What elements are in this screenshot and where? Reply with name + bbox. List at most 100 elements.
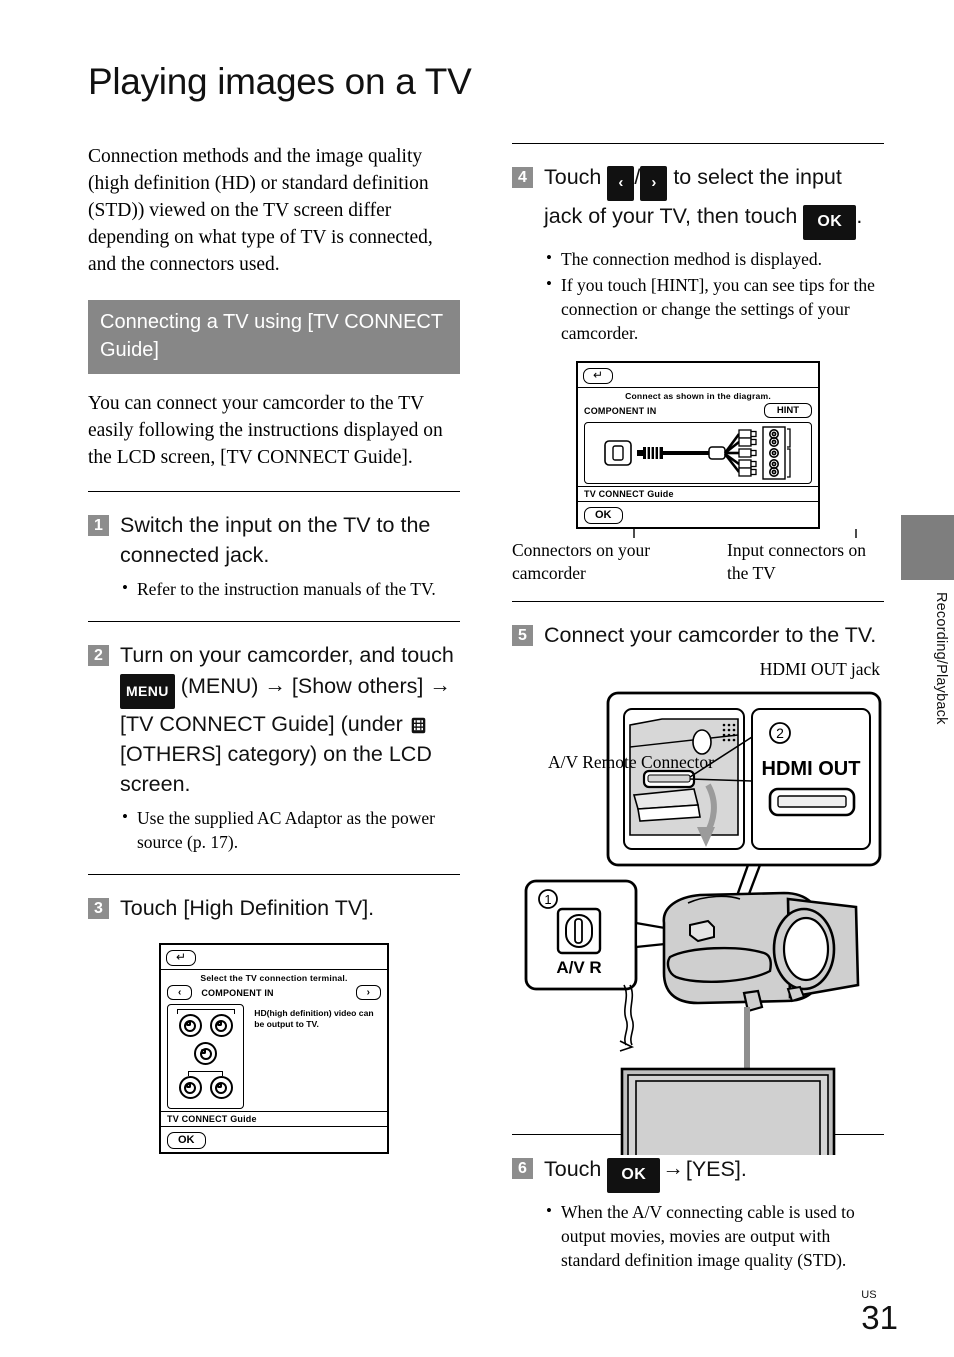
divider: [88, 491, 460, 492]
bullet-item: Use the supplied AC Adaptor as the power…: [120, 805, 460, 854]
prev-terminal-button[interactable]: ‹: [167, 985, 193, 1000]
lcd-screen-step4-wrap: ↵ Connect as shown in the diagram. COMPO…: [512, 361, 884, 529]
section-heading: Connecting a TV using [TV CONNECT Guide]: [88, 300, 460, 374]
left-column: Connection methods and the image quality…: [88, 143, 460, 1154]
diagram-captions: Connectors on your camcorder Input conne…: [512, 539, 884, 585]
lcd-terminal-label: COMPONENT IN: [584, 405, 657, 416]
step-4: 4 Touch ‹ / › to select the input jack of …: [512, 162, 884, 345]
bullet-item: When the A/V connecting cable is used to…: [544, 1199, 884, 1272]
connection-diagram: [584, 422, 812, 484]
lcd-terminal-row: ‹ COMPONENT IN ›: [161, 984, 387, 1002]
step-title: Touch OK →[YES].: [544, 1153, 884, 1193]
hdmi-out-jack-label: HDMI OUT jack: [759, 659, 880, 679]
lcd-terminal-label: COMPONENT IN: [201, 987, 274, 998]
step-bullets: Refer to the instruction manuals of the …: [120, 576, 460, 601]
step-bullets: The connection medhod is displayed. If y…: [544, 246, 884, 345]
lcd-screen-step4: ↵ Connect as shown in the diagram. COMPO…: [576, 361, 820, 529]
arrow-icon: →: [662, 1156, 684, 1180]
step-title-text: (MENU): [174, 674, 265, 698]
lcd-caption: Connect as shown in the diagram.: [625, 391, 771, 401]
step-bullets: Use the supplied AC Adaptor as the power…: [120, 805, 460, 854]
diagram-leader-lines: [512, 529, 884, 538]
section-paragraph: You can connect your camcorder to the TV…: [88, 393, 443, 468]
hint-button[interactable]: HINT: [763, 403, 812, 418]
divider: [88, 621, 460, 622]
avr-callout-label: A/V R: [556, 958, 601, 977]
others-category-icon: [411, 717, 426, 734]
step-title: Touch [High Definition TV].: [120, 896, 375, 920]
step-title-text: .: [856, 204, 863, 228]
step-bullets: When the A/V connecting cable is used to…: [544, 1199, 884, 1272]
step-title: Touch ‹ / › to select the input jack of yo…: [544, 162, 884, 240]
camcorder-connectors-label: Connectors on your camcorder: [512, 540, 651, 583]
step-title-text: [OTHERS] category) on the LCD screen.: [120, 742, 432, 796]
ok-button[interactable]: OK: [584, 507, 623, 524]
bullet-item: The connection medhod is displayed.: [544, 246, 884, 271]
lcd-ok-row: OK: [578, 501, 818, 527]
step-title-text: [Show others]: [285, 674, 430, 698]
step-1: 1 Switch the input on the TV to the conn…: [88, 510, 460, 601]
step-title: Switch the input on the TV to the connec…: [120, 513, 431, 567]
lcd-top-bar: ↵: [161, 945, 387, 970]
jack-icon: [178, 1076, 202, 1099]
lcd-terminal-row: COMPONENT IN HINT: [578, 402, 818, 420]
manual-page: Playing images on a TV Connection method…: [0, 0, 954, 1357]
step-number: 5: [512, 625, 533, 646]
ok-button[interactable]: OK: [167, 1132, 206, 1149]
lcd-footer-label: TV CONNECT Guide: [578, 486, 818, 501]
left-arrow-key-icon: ‹: [607, 166, 635, 201]
step-title: Turn on your camcorder, and touch MENU (…: [120, 640, 460, 799]
page-title: Playing images on a TV: [88, 60, 472, 102]
lcd-main-area: HD(high definition) video can be output …: [167, 1004, 381, 1109]
avr-caption-wrap: A/V Remote Connector: [546, 751, 716, 774]
lcd-description: HD(high definition) video can be output …: [254, 1008, 374, 1029]
lcd-top-bar: ↵: [578, 363, 818, 388]
lcd-screen-step3: ↵ Select the TV connection terminal. ‹ C…: [159, 943, 389, 1154]
ok-key-icon: OK: [803, 205, 857, 240]
lcd-caption: Select the TV connection terminal.: [200, 973, 348, 983]
page-footer: US 31: [861, 1290, 898, 1335]
step-6: 6 Touch OK→[YES]. When the A/V connectin…: [512, 1153, 884, 1272]
lcd-footer-label: TV CONNECT Guide: [161, 1111, 387, 1126]
arrow-icon: →: [264, 673, 286, 697]
lcd-ok-row: OK: [161, 1126, 387, 1152]
lcd-screen-step3-wrap: ↵ Select the TV connection terminal. ‹ C…: [88, 943, 460, 1154]
arrow-icon: →: [429, 673, 451, 697]
component-jack-group: [167, 1004, 245, 1109]
hdmi-callout-label: HDMI OUT: [762, 758, 861, 780]
jack-icon: [209, 1014, 233, 1037]
step-5: 5 Connect your camcorder to the TV.: [512, 620, 884, 650]
jack-icon: [178, 1014, 202, 1037]
step-title-text: Turn on your camcorder, and touch: [120, 643, 454, 667]
divider: [88, 874, 460, 875]
step-title-text: [YES].: [685, 1157, 747, 1181]
divider: [512, 143, 884, 144]
hdmi-out-jack-label-wrap: HDMI OUT jack: [512, 658, 884, 681]
hdmi-callout-number: 2: [776, 725, 784, 741]
back-arrow-icon[interactable]: ↵: [583, 368, 614, 384]
ok-key-icon: OK: [607, 1158, 661, 1193]
bullet-item: If you touch [HINT], you can see tips fo…: [544, 272, 884, 345]
menu-key-icon: MENU: [120, 674, 175, 709]
back-arrow-icon[interactable]: ↵: [166, 950, 197, 966]
avr-callout-number: 1: [544, 892, 551, 907]
right-column: 4 Touch ‹ / › to select the input jack of …: [512, 143, 884, 1272]
cable-connection-svg: [604, 426, 791, 480]
step-2: 2 Turn on your camcorder, and touch MENU…: [88, 640, 460, 854]
step-title-text: Touch: [544, 165, 608, 189]
step-title: Connect your camcorder to the TV.: [544, 623, 877, 647]
intro-paragraph: Connection methods and the image quality…: [88, 146, 433, 275]
side-tab-label: Recording/Playback: [933, 592, 949, 725]
step-number: 6: [512, 1158, 533, 1179]
step-number: 4: [512, 167, 533, 188]
bullet-item: Refer to the instruction manuals of the …: [120, 576, 460, 601]
next-terminal-button[interactable]: ›: [355, 985, 381, 1000]
avr-connector-label: A/V Remote Connector: [548, 752, 714, 772]
right-arrow-key-icon: ›: [640, 166, 668, 201]
footer-page-number: 31: [861, 1299, 898, 1336]
tv-connectors-label: Input connectors on the TV: [727, 540, 866, 583]
step-number: 2: [88, 645, 109, 666]
jack-icon: [194, 1042, 218, 1065]
step-title-text: [TV CONNECT Guide] (under: [120, 712, 409, 736]
side-tab-marker: [901, 515, 954, 580]
